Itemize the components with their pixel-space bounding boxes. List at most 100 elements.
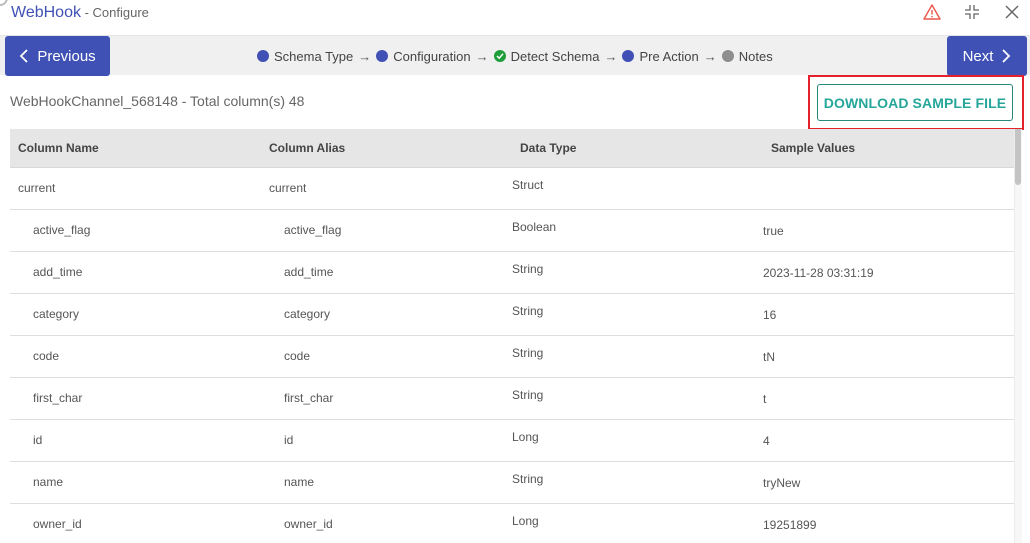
step-arrow-icon: → xyxy=(604,48,618,64)
cell-column-alias: code xyxy=(261,335,512,378)
cell-column-alias: first_char xyxy=(261,377,512,420)
step-detect-schema[interactable]: Detect Schema xyxy=(493,48,600,64)
cell-column-name-text: name xyxy=(33,475,64,489)
step-label: Schema Type xyxy=(274,48,354,64)
cell-column-alias: current xyxy=(261,167,512,210)
table-row: id id Long 4 xyxy=(10,419,1014,462)
cell-data-type-text: String xyxy=(512,346,544,360)
cell-data-type: Boolean xyxy=(512,209,763,252)
cell-column-name: category xyxy=(10,293,261,336)
cell-sample-value: tN xyxy=(763,335,1014,378)
cell-column-name-text: add_time xyxy=(33,265,83,279)
table-header-row: Column Name Column Alias Data Type Sampl… xyxy=(10,129,1014,168)
cell-column-name: code xyxy=(10,335,261,378)
table-scrollbar-track[interactable] xyxy=(1014,129,1022,543)
cell-sample-value: 19251899 xyxy=(763,503,1014,543)
cell-data-type: String xyxy=(512,377,763,420)
step-notes[interactable]: Notes xyxy=(721,48,773,64)
chevron-right-icon xyxy=(1002,49,1011,63)
cell-column-name-text: owner_id xyxy=(33,517,82,531)
table-row: active_flag active_flag Boolean true xyxy=(10,209,1014,252)
cell-sample-value-text: true xyxy=(763,224,784,238)
cell-column-alias: owner_id xyxy=(261,503,512,543)
next-button[interactable]: Next xyxy=(947,36,1027,76)
cell-column-alias: active_flag xyxy=(261,209,512,252)
cell-sample-value: t xyxy=(763,377,1014,420)
window-title-main: WebHook xyxy=(11,4,81,21)
cell-data-type: String xyxy=(512,293,763,336)
cell-column-alias: category xyxy=(261,293,512,336)
cell-data-type: String xyxy=(512,251,763,294)
cell-sample-value: true xyxy=(763,209,1014,252)
header-column-name: Column Name xyxy=(10,129,261,168)
cell-data-type: Long xyxy=(512,419,763,462)
wizard-steps: Schema Type → Configuration → Detect Sch… xyxy=(257,36,773,76)
table-row: owner_id owner_id Long 19251899 xyxy=(10,503,1014,543)
cell-sample-value-text: 16 xyxy=(763,308,777,322)
corner-decoration xyxy=(0,0,8,6)
cell-data-type: String xyxy=(512,335,763,378)
cell-sample-value-text: t xyxy=(763,392,767,406)
window-title-sub: - Configure xyxy=(80,5,149,20)
chevron-left-icon xyxy=(20,49,28,63)
check-circle-icon xyxy=(493,50,506,62)
header-data-type: Data Type xyxy=(512,129,763,168)
step-schema-type[interactable]: Schema Type xyxy=(257,49,353,64)
cell-column-alias-text: current xyxy=(269,181,307,195)
warning-icon[interactable] xyxy=(922,2,942,22)
step-arrow-icon: → xyxy=(703,48,717,64)
table-scrollbar-thumb[interactable] xyxy=(1015,129,1021,185)
table-row: name name String tryNew xyxy=(10,461,1014,504)
cell-data-type-text: Struct xyxy=(512,178,544,192)
previous-button-label: Previous xyxy=(37,47,96,65)
cell-column-alias-text: name xyxy=(284,475,315,489)
cell-column-name: id xyxy=(10,419,261,462)
table-row: add_time add_time String 2023-11-28 03:31:1… xyxy=(10,251,1014,294)
cell-sample-value: 16 xyxy=(763,293,1014,336)
cell-sample-value-text: 19251899 xyxy=(763,518,817,532)
cell-sample-value: tryNew xyxy=(763,461,1014,504)
cell-column-name-text: active_flag xyxy=(33,223,91,237)
cell-column-alias: id xyxy=(261,419,512,462)
step-label: Detect Schema xyxy=(510,48,600,64)
cell-column-name: add_time xyxy=(10,251,261,294)
step-dot-icon xyxy=(376,50,389,62)
cell-column-name: active_flag xyxy=(10,209,261,252)
cell-column-alias-text: active_flag xyxy=(284,223,342,237)
step-label: Configuration xyxy=(393,48,471,64)
cell-column-alias-text: add_time xyxy=(284,265,334,279)
table-row: code code String tN xyxy=(10,335,1014,378)
cell-column-alias-text: code xyxy=(284,349,311,363)
table-row: first_char first_char String t xyxy=(10,377,1014,420)
previous-button[interactable]: Previous xyxy=(5,36,110,76)
schema-table-container: Column Name Column Alias Data Type Sampl… xyxy=(10,129,1014,543)
cell-column-name-text: id xyxy=(33,433,43,447)
cell-column-alias: name xyxy=(261,461,512,504)
close-icon[interactable] xyxy=(1002,2,1022,22)
step-configuration[interactable]: Configuration xyxy=(376,48,471,64)
window-title: WebHook - Configure xyxy=(11,4,149,22)
cell-sample-value: 4 xyxy=(763,419,1014,462)
schema-summary: WebHookChannel_568148 - Total column(s) … xyxy=(10,93,305,109)
cell-data-type: Long xyxy=(512,503,763,543)
cell-sample-value-text: tryNew xyxy=(763,476,801,490)
cell-sample-value-text: 2023-11-28 03:31:19 xyxy=(763,266,874,280)
step-arrow-icon: → xyxy=(358,48,372,64)
cell-column-alias-text: id xyxy=(284,433,294,447)
cell-data-type: Struct xyxy=(512,167,763,210)
cell-column-name-text: current xyxy=(18,181,56,195)
cell-sample-value: 2023-11-28 03:31:19 xyxy=(763,251,1014,294)
step-pre-action[interactable]: Pre Action xyxy=(622,48,699,64)
step-label: Pre Action xyxy=(639,48,699,64)
cell-column-alias-text: category xyxy=(284,307,331,321)
step-dot-icon xyxy=(721,50,734,62)
cell-column-name-text: code xyxy=(33,349,60,363)
cell-column-name: name xyxy=(10,461,261,504)
step-dot-icon xyxy=(257,50,269,62)
download-sample-file-button[interactable]: DOWNLOAD SAMPLE FILE xyxy=(817,84,1013,121)
minimize-icon[interactable] xyxy=(962,2,982,22)
step-label: Notes xyxy=(738,48,773,64)
cell-column-alias-text: first_char xyxy=(284,391,334,405)
cell-column-name: current xyxy=(10,167,261,210)
cell-column-name: first_char xyxy=(10,377,261,420)
